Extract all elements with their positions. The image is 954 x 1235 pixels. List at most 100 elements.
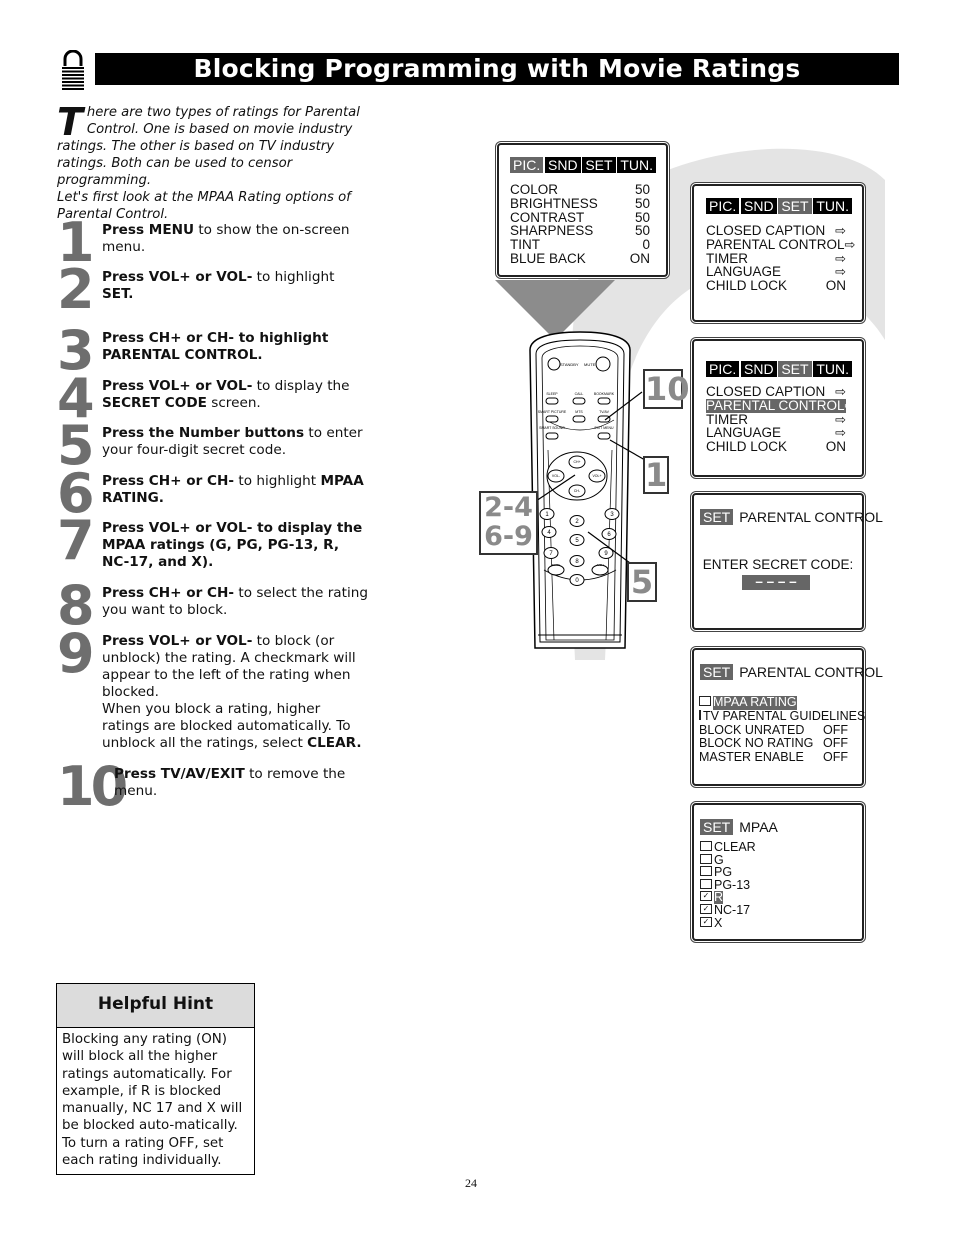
tab-snd[interactable]: SND <box>741 361 777 377</box>
tv-screen-picture-menu: PIC. SND SET TUN. COLOR 50 BRIGHTNESS 50 CON… <box>497 143 668 277</box>
menu-row-label: CONTRAST <box>510 209 585 225</box>
arrow-right-icon: ⇨ <box>835 384 846 399</box>
menu-row[interactable]: LANGUAGE ⇨ <box>706 265 846 279</box>
step-bold: Press CH+ or CH- <box>102 473 235 489</box>
menu-row-label: LANGUAGE <box>706 425 782 441</box>
checkbox-checked-icon[interactable]: ✓ <box>700 891 712 902</box>
step-bold: Press VOL+ or VOL- <box>102 378 253 394</box>
checkbox-checked-icon[interactable]: ✓ <box>700 903 712 914</box>
checkbox-row[interactable]: TV PARENTAL GUIDELINES <box>699 709 865 724</box>
ch-down-label: CH- <box>574 489 581 493</box>
tab-snd[interactable]: SND <box>545 157 581 173</box>
menu-row-label: BLOCK NO RATING <box>699 736 814 751</box>
step-bold: Press MENU <box>102 222 195 238</box>
menu-row[interactable]: SHARPNESS 50 <box>510 224 650 238</box>
sleep-label: SLEEP <box>546 392 558 396</box>
menu-row[interactable]: PARENTAL CONTROL ⇨ <box>706 236 855 252</box>
tab-pic[interactable]: PIC. <box>706 198 740 214</box>
callout-step-5: 5 <box>627 562 657 602</box>
menu-row-value: 50 <box>634 209 650 225</box>
smart-picture-button[interactable] <box>545 415 559 423</box>
rating-row[interactable]: PG <box>700 866 846 879</box>
call-button[interactable] <box>572 397 586 405</box>
checkbox[interactable] <box>699 696 711 706</box>
tab-tun[interactable]: TUN. <box>813 198 852 214</box>
menu-row-value: OFF <box>823 736 848 751</box>
menu-row-value: ON <box>825 278 846 294</box>
helpful-hint-box: Helpful Hint Blocking any rating (ON) wi… <box>56 983 255 1175</box>
menu-row-label: CLOSED CAPTION <box>706 384 826 399</box>
menu-row[interactable]: COLOR 50 <box>510 183 650 197</box>
menu-row[interactable]: BLOCK UNRATED OFF <box>699 722 848 738</box>
smart-picture-label: SMART PICTURE <box>538 410 567 414</box>
mts-button[interactable] <box>572 415 586 423</box>
menu-row[interactable]: TINT 0 <box>510 238 650 252</box>
tab-set[interactable]: SET <box>778 361 812 377</box>
smart-sound-button[interactable] <box>545 432 559 440</box>
menu-row-label: TIMER <box>706 250 748 266</box>
checkbox[interactable] <box>700 878 712 889</box>
tab-tun[interactable]: TUN. <box>617 157 656 173</box>
step-number: 2 <box>57 258 95 321</box>
menu-row[interactable]: CLOSED CAPTION ⇨ <box>706 224 846 238</box>
tab-set[interactable]: SET <box>582 157 616 173</box>
step-bold: Press VOL+ or VOL- <box>102 269 253 285</box>
menu-row-value: 50 <box>634 195 650 211</box>
rating-row[interactable]: ✓ X <box>700 916 846 930</box>
callout-label: 6-9 <box>484 521 533 552</box>
checkbox[interactable] <box>699 709 701 720</box>
menu-row-value: OFF <box>823 722 848 737</box>
menu-row-value: 50 <box>634 182 650 197</box>
checkbox-checked-icon[interactable]: ✓ <box>700 916 712 927</box>
menu-row[interactable]: BLOCK NO RATING OFF <box>699 737 848 751</box>
menu-row[interactable]: MASTER ENABLE OFF <box>699 750 848 765</box>
menu-row[interactable]: LANGUAGE ⇨ <box>706 426 846 440</box>
menu-row-value: ON <box>629 250 650 266</box>
checkbox-row[interactable]: MPAA RATING <box>699 695 848 710</box>
tab-pic[interactable]: PIC. <box>510 157 544 173</box>
step-bold: Press CH+ or CH- <box>102 585 235 601</box>
rating-row[interactable]: ✓ NC-17 <box>700 904 846 917</box>
menu-row[interactable]: BRIGHTNESS 50 <box>510 195 650 211</box>
ch-up-label: CH+ <box>573 460 580 464</box>
tab-set[interactable]: SET <box>778 198 812 214</box>
menu-row-label: TINT <box>510 237 540 253</box>
mts-label: MTS <box>575 410 583 414</box>
rating-label: PG <box>714 865 733 880</box>
tv-screen-setup-menu: PIC. SND SET TUN. CLOSED CAPTION ⇨ PARENTA… <box>692 184 864 322</box>
menu-row[interactable]: CONTRAST 50 <box>510 209 650 225</box>
rating-row[interactable]: CLEAR <box>700 841 846 854</box>
secret-code-input[interactable]: – – – – <box>742 575 810 590</box>
checkbox[interactable] <box>700 853 712 864</box>
exit-menu-button[interactable] <box>597 432 611 440</box>
menu-row[interactable]: TIMER ⇨ <box>706 412 846 427</box>
menu-row[interactable]: CHILD LOCK ON <box>706 440 846 454</box>
menu-row[interactable]: CLOSED CAPTION ⇨ <box>706 385 846 399</box>
menu-row-value: ON <box>825 439 846 455</box>
tab-pic[interactable]: PIC. <box>706 361 740 377</box>
menu-row[interactable]: TIMER ⇨ <box>706 250 846 266</box>
step-bold: Press VOL+ or VOL- to display the MPAA r… <box>102 520 363 570</box>
tab-snd[interactable]: SND <box>741 198 777 214</box>
arrow-right-icon: ⇨ <box>844 236 856 252</box>
tv-screen-setup-menu-highlighted: PIC. SND SET TUN. CLOSED CAPTION ⇨ PARENTA… <box>692 339 864 477</box>
menu-row[interactable]: CHILD LOCK ON <box>706 279 846 293</box>
bookmark-button[interactable] <box>597 397 611 405</box>
rating-label: CLEAR <box>714 840 756 854</box>
intro-paragraph-1: here are two types of ratings for Parent… <box>57 105 360 188</box>
tv-screen-mpaa: SET MPAA CLEAR G PG PG-13 ✓ R ✓ NC-17 ✓ X <box>692 803 864 941</box>
menu-row-label: PARENTAL CONTROL <box>706 236 845 252</box>
tab-tun[interactable]: TUN. <box>813 361 852 377</box>
menu-row[interactable]: PARENTAL CONTROL ⇨ <box>706 398 855 413</box>
menu-row[interactable]: BLUE BACK ON <box>510 252 650 266</box>
tv-screen-secret-code: SET PARENTAL CONTROL ENTER SECRET CODE: –… <box>692 493 883 630</box>
step-bold: CLEAR. <box>307 735 362 751</box>
menu-row-label: BLUE BACK <box>510 250 586 266</box>
arrow-right-icon: ⇨ <box>835 264 846 280</box>
sleep-button[interactable] <box>545 397 559 405</box>
page-title: Blocking Programming with Movie Ratings <box>95 53 899 85</box>
checkbox[interactable] <box>700 866 712 877</box>
menu-row-label: CHILD LOCK <box>706 439 788 455</box>
step-number: 9 <box>57 622 95 685</box>
checkbox[interactable] <box>700 841 712 851</box>
